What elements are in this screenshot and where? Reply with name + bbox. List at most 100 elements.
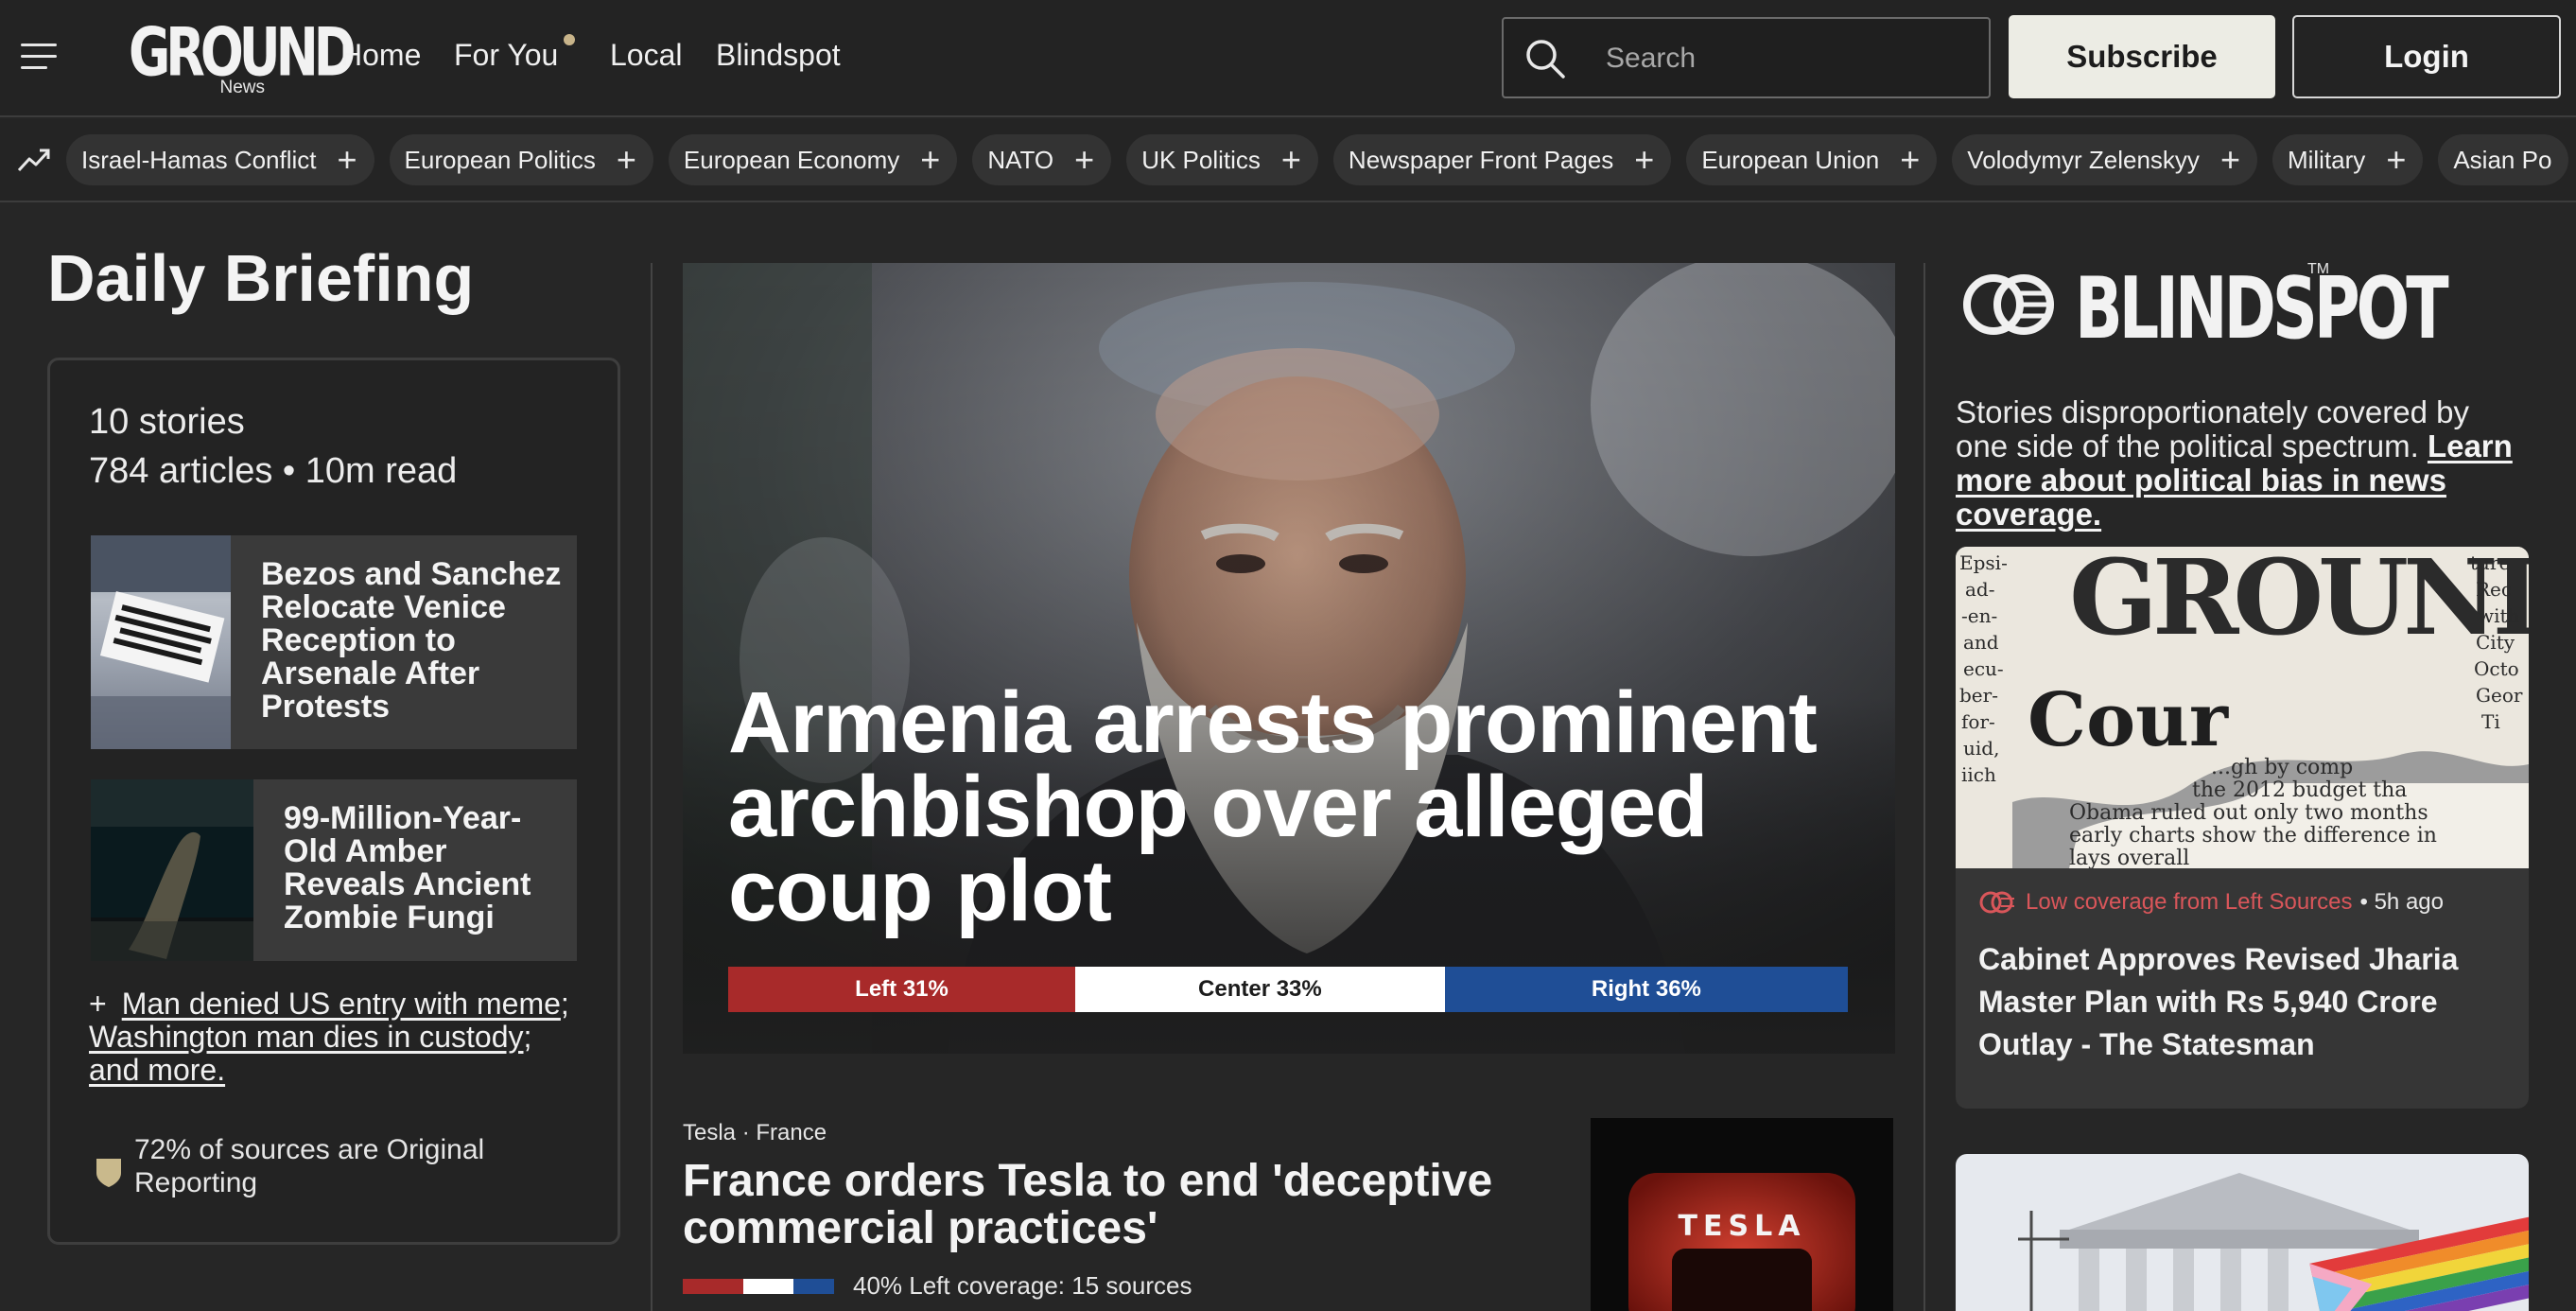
svg-text:lays overall: lays overall	[2069, 847, 2189, 868]
hamburger-menu-icon[interactable]	[21, 44, 57, 70]
svg-text:Geor: Geor	[2476, 684, 2523, 707]
topic-chip[interactable]: Newspaper Front Pages +	[1332, 134, 1672, 185]
plus-icon: +	[89, 987, 107, 1021]
topic-chip-label: European Economy	[683, 145, 900, 174]
svg-text:Ti: Ti	[2481, 710, 2500, 733]
subscribe-button[interactable]: Subscribe	[2009, 15, 2275, 98]
svg-text:Obama ruled out only two month: Obama ruled out only two months	[2069, 801, 2428, 825]
more-story-link[interactable]: Man denied US entry with meme	[122, 987, 561, 1021]
hero-bias-bar: Left 31% Center 33% Right 36%	[728, 967, 1848, 1012]
notification-dot	[564, 34, 575, 45]
topic-chip[interactable]: Asian Po	[2438, 134, 2569, 185]
svg-text:ecu-: ecu-	[1963, 657, 2004, 680]
newspaper-clipping-image: GROUND Epsi-ad- -en- and ecu-ber- for-uid,…	[1956, 547, 2529, 868]
follow-plus-icon[interactable]: +	[1900, 143, 1920, 177]
briefing-story-title: 99-Million-Year-Old Amber Reveals Ancien…	[284, 800, 531, 935]
topic-chip[interactable]: European Economy +	[668, 134, 958, 185]
topic-chip[interactable]: Military +	[2271, 134, 2424, 185]
bias-center-segment	[743, 1279, 793, 1294]
blindspot-story-meta: Low coverage from Left Sources • 5h ago	[1978, 889, 2444, 916]
follow-plus-icon[interactable]: +	[920, 143, 940, 177]
topic-chip[interactable]: European Union +	[1686, 134, 1938, 185]
clipping-masthead: GROUND	[2069, 547, 2529, 658]
blindspot-story-title[interactable]: Cabinet Approves Revised Jharia Master P…	[1978, 938, 2508, 1066]
topic-chip[interactable]: Israel-Hamas Conflict +	[66, 134, 374, 185]
svg-text:Rec: Rec	[2476, 578, 2512, 601]
story-thumbnail	[91, 535, 231, 749]
topic-chip-label: European Politics	[404, 145, 596, 174]
nav-local-link[interactable]: Local	[610, 36, 683, 74]
briefing-stats: 10 stories 784 articles • 10m read	[89, 397, 457, 496]
story-headline[interactable]: France orders Tesla to end 'deceptive co…	[683, 1158, 1534, 1252]
blindspot-story-card[interactable]	[1956, 1154, 2529, 1311]
ground-news-logo[interactable]: GROUND News	[129, 17, 357, 102]
topic-chip[interactable]: Volodymyr Zelenskyy +	[1952, 134, 2257, 185]
follow-plus-icon[interactable]: +	[2386, 143, 2406, 177]
svg-text:uid,: uid,	[1963, 737, 1999, 760]
login-button[interactable]: Login	[2292, 15, 2561, 98]
column-divider	[651, 263, 653, 1311]
follow-plus-icon[interactable]: +	[1634, 143, 1654, 177]
follow-plus-icon[interactable]: +	[338, 143, 357, 177]
hero-headline[interactable]: Armenia arrests prominent archbishop ove…	[728, 679, 1863, 935]
nav-home-link[interactable]: Home	[340, 36, 421, 74]
topic-chips: Israel-Hamas Conflict + European Politics +…	[66, 134, 2569, 185]
bias-left-segment: Left 31%	[728, 967, 1076, 1012]
svg-text:iich: iich	[1961, 763, 1996, 786]
search-icon	[1526, 40, 1565, 79]
briefing-article-count: 784 articles • 10m read	[89, 451, 458, 491]
follow-plus-icon[interactable]: +	[617, 143, 636, 177]
follow-plus-icon[interactable]: +	[1281, 143, 1301, 177]
blindspot-logo[interactable]: BLINDSPOT TM	[1956, 257, 2449, 361]
blindspot-story-card[interactable]: GROUND Epsi-ad- -en- and ecu-ber- for-uid,…	[1956, 547, 2529, 1109]
story-topic-meta: Tesla · France	[683, 1120, 827, 1145]
svg-text:City: City	[2476, 631, 2515, 654]
court-pride-flag-image	[1956, 1154, 2529, 1311]
search-input[interactable]	[1606, 38, 1975, 79]
blindspot-wordmark: BLINDSPOT	[2075, 259, 2449, 358]
svg-text:with: with	[2478, 604, 2520, 627]
newspaper-clipping-art: GROUND Epsi-ad- -en- and ecu-ber- for-uid,…	[1956, 547, 2529, 868]
clipping-headline-fragment: Cour	[2028, 677, 2229, 763]
column-divider	[1923, 263, 1925, 1311]
bias-right-segment: Right 36%	[1444, 967, 1848, 1012]
briefing-story-count: 10 stories	[89, 402, 245, 442]
follow-plus-icon[interactable]: +	[1074, 143, 1094, 177]
topic-chip[interactable]: NATO +	[972, 134, 1112, 185]
tesla-story-image[interactable]: TESLA	[1591, 1118, 1893, 1311]
topic-chip-label: Volodymyr Zelenskyy	[1967, 145, 2200, 174]
daily-briefing-title: Daily Briefing	[47, 241, 475, 315]
trending-icon	[17, 149, 50, 172]
and-more-link[interactable]: and more.	[89, 1053, 225, 1087]
search-box[interactable]	[1502, 17, 1991, 98]
story-thumbnail	[91, 779, 253, 961]
story-coverage-text: 40% Left coverage: 15 sources	[853, 1271, 1192, 1300]
bias-left-segment	[683, 1279, 743, 1294]
svg-text:for-: for-	[1961, 710, 1995, 733]
shield-icon	[96, 1159, 121, 1187]
topic-chip-label: UK Politics	[1141, 145, 1261, 174]
briefing-story-title: Bezos and Sanchez Relocate Venice Recept…	[261, 556, 562, 725]
svg-text:the 2012 budget tha: the 2012 budget tha	[2192, 778, 2407, 802]
low-coverage-label: Low coverage from Left Sources	[2026, 889, 2353, 915]
svg-text:early charts show the differen: early charts show the difference in	[2069, 824, 2437, 848]
original-reporting-text: 72% of sources are Original Reporting	[134, 1134, 485, 1198]
svg-text:ad-: ad-	[1965, 578, 1994, 601]
topic-chip[interactable]: European Politics +	[389, 134, 653, 185]
tesla-sign-text: TESLA	[1679, 1210, 1806, 1243]
nav-for-you-link[interactable]: For You	[454, 36, 558, 74]
briefing-story-card[interactable]: 99-Million-Year-Old Amber Reveals Ancien…	[91, 779, 577, 961]
story-time: • 5h ago	[2359, 889, 2444, 915]
topic-chip[interactable]: UK Politics +	[1126, 134, 1318, 185]
topic-chip-label: Newspaper Front Pages	[1348, 145, 1614, 174]
follow-plus-icon[interactable]: +	[2220, 143, 2240, 177]
bias-center-segment: Center 33%	[1075, 967, 1445, 1012]
svg-text:Octo: Octo	[2474, 657, 2519, 680]
nav-blindspot-link[interactable]: Blindspot	[716, 36, 841, 74]
briefing-story-card[interactable]: Bezos and Sanchez Relocate Venice Recept…	[91, 535, 577, 749]
blindspot-description: Stories disproportionately covered by on…	[1956, 395, 2523, 532]
svg-text:Epsi-: Epsi-	[1959, 551, 2008, 574]
protest-sign-image	[91, 535, 231, 749]
more-story-link[interactable]: Washington man dies in custody	[89, 1020, 524, 1054]
svg-text:and: and	[1963, 631, 1999, 654]
